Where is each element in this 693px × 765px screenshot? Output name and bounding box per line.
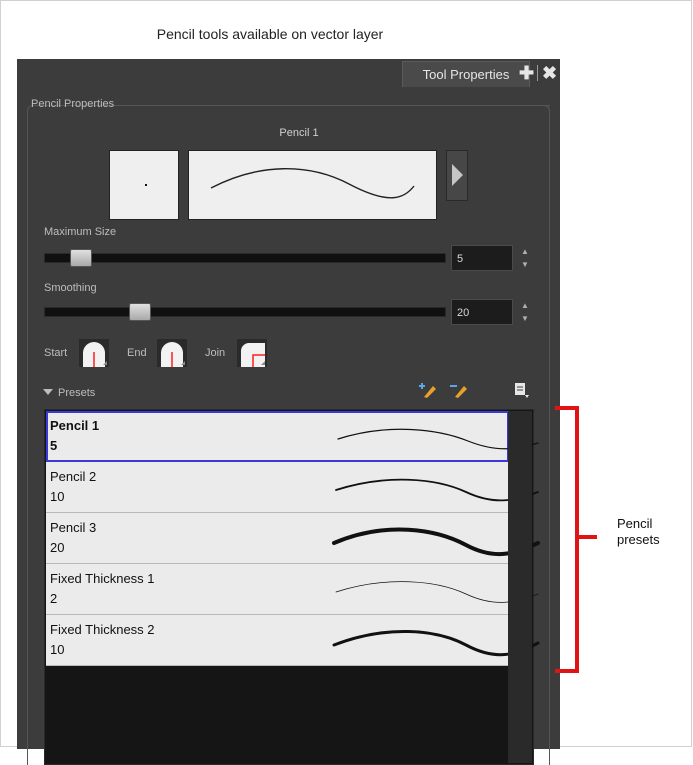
tab-divider <box>537 65 538 81</box>
smoothing-field[interactable]: 20 <box>451 299 513 325</box>
maximum-size-slider-handle[interactable] <box>70 249 92 267</box>
end-cap-label: End <box>127 347 147 359</box>
preset-item[interactable]: Fixed Thickness 2 10 <box>46 615 540 666</box>
spin-up-icon[interactable]: ▲ <box>518 299 532 312</box>
preset-size: 2 <box>50 591 58 606</box>
annotation-tick <box>575 535 597 539</box>
brush-tip-dot <box>145 184 147 186</box>
group-divider <box>143 105 550 106</box>
preset-size: 20 <box>50 540 65 555</box>
tab-tool-properties[interactable]: Tool Properties <box>402 61 530 87</box>
spin-up-icon[interactable]: ▲ <box>518 245 532 258</box>
smoothing-label: Smoothing <box>44 282 97 294</box>
join-icon[interactable] <box>237 339 267 367</box>
presets-scrollbar[interactable] <box>508 411 532 763</box>
annotation-bracket <box>555 406 579 673</box>
preset-item[interactable]: Pencil 1 5 <box>46 411 539 462</box>
add-icon[interactable]: ✚ <box>519 63 534 83</box>
preset-items: Pencil 1 5 Pencil 2 10 Pencil 3 20 Fixed Thick… <box>46 411 540 666</box>
maximum-size-slider[interactable] <box>44 249 446 267</box>
preset-name: Pencil 1 <box>50 418 100 433</box>
preset-size: 10 <box>50 489 65 504</box>
group-label: Pencil Properties <box>31 98 115 110</box>
presets-list[interactable]: Pencil 1 5 Pencil 2 10 Pencil 3 20 Fixed Thick… <box>44 409 540 765</box>
smoothing-spinner[interactable]: ▲ ▼ <box>518 299 532 325</box>
figure-caption: Pencil tools available on vector layer <box>156 26 384 42</box>
end-cap-icon[interactable] <box>157 339 187 367</box>
preset-item[interactable]: Pencil 2 10 <box>46 462 539 513</box>
brush-name: Pencil 1 <box>279 127 319 139</box>
annotation-callout: Pencil presets <box>617 516 660 548</box>
preset-item[interactable]: Pencil 3 20 <box>46 513 540 564</box>
start-cap-icon[interactable] <box>79 339 109 367</box>
maximum-size-label: Maximum Size <box>44 226 117 238</box>
maximum-size-field[interactable]: 5 <box>451 245 513 271</box>
smoothing-slider[interactable] <box>44 303 446 321</box>
preset-name: Pencil 2 <box>50 469 97 484</box>
preset-item[interactable]: Fixed Thickness 1 2 <box>46 564 539 615</box>
new-preset-icon[interactable] <box>418 381 438 399</box>
stroke-preview-icon <box>210 168 415 199</box>
preset-menu-icon[interactable] <box>513 381 533 399</box>
brush-tip-preview <box>109 150 179 220</box>
tool-properties-panel: Tool Properties ✚ ✖ Pencil Properties Pe… <box>17 59 560 765</box>
start-cap-label: Start <box>44 347 68 359</box>
smoothing-slider-handle[interactable] <box>129 303 151 321</box>
spin-down-icon[interactable]: ▼ <box>518 258 532 271</box>
delete-preset-icon[interactable] <box>449 381 469 399</box>
callout-line-1: Pencil <box>617 516 653 531</box>
presets-toggle[interactable]: Presets <box>43 387 95 399</box>
callout-line-2: presets <box>617 532 660 547</box>
maximum-size-spinner[interactable]: ▲ ▼ <box>518 245 532 271</box>
spin-down-icon[interactable]: ▼ <box>518 312 532 325</box>
preset-name: Fixed Thickness 2 <box>50 622 155 637</box>
join-label: Join <box>205 347 226 359</box>
stroke-preview <box>188 150 437 220</box>
preset-size: 10 <box>50 642 65 657</box>
preset-name: Pencil 3 <box>50 520 97 535</box>
preset-size: 5 <box>50 438 58 453</box>
scroll-right-arrow-icon[interactable] <box>446 150 468 201</box>
preset-name: Fixed Thickness 1 <box>50 571 155 586</box>
close-icon[interactable]: ✖ <box>542 63 557 83</box>
